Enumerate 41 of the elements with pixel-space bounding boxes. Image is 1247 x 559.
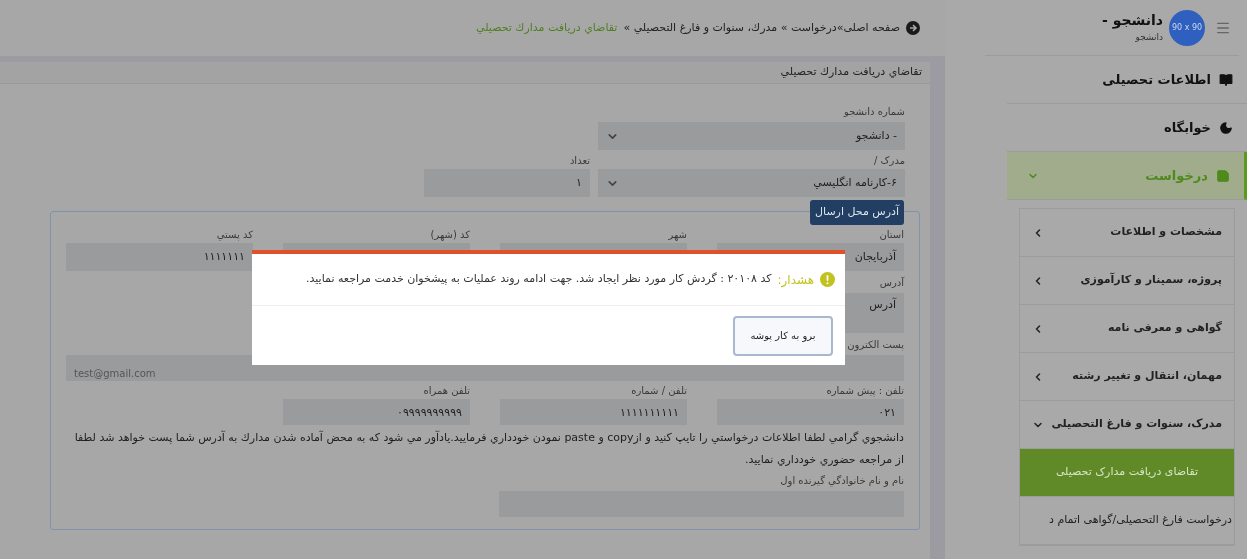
user-name: دانشجو - bbox=[1101, 11, 1163, 31]
field-label: کد پستي bbox=[216, 227, 253, 240]
warning-label: هشدار: bbox=[777, 271, 814, 289]
field-label: تلفن : پيش شماره bbox=[826, 383, 904, 396]
field-label: تعداد bbox=[569, 154, 590, 166]
field-label: استان bbox=[879, 227, 904, 240]
dropdown-field[interactable]: - دانشجو bbox=[598, 122, 905, 150]
book-icon bbox=[1219, 72, 1233, 87]
submenu-item[interactable]: درخواست فارغ التحصيلی/گواهی اتمام د bbox=[1020, 497, 1234, 545]
field-label: آدرس bbox=[879, 275, 904, 290]
avatar: 90 x 90 bbox=[1169, 9, 1205, 46]
text-field[interactable]: ۱۱۱۱۱۱۱ bbox=[66, 242, 253, 271]
legend-label: آدرس محل ارسال bbox=[810, 200, 904, 225]
user-role: دانشجو bbox=[1134, 31, 1163, 45]
field-label: کد (شهر) bbox=[430, 227, 470, 240]
field-label: شهر bbox=[668, 227, 687, 240]
field-label: نام و نام خانوادگي گيرنده اول bbox=[780, 473, 904, 488]
workbench-button[interactable]: برو به کار پوشه bbox=[733, 315, 833, 356]
note-text: دانشجوي گرامي لطفا اطلاعات درخواستي را تايپ كنيد و ازcopy و paste نمودن خودداري فرماييد.يادآور مي شود كه به محض آماده شدن مدارك به آدرس شما پست خواهد شد لطفا از مراجعه حضوري خودداري نماييد. bbox=[73, 429, 904, 468]
breadcrumb-current: تقاضاي دريافت مدارك تحصيلي bbox=[476, 19, 618, 36]
submenu-item[interactable]: گواهی و معرفی نامه bbox=[1020, 305, 1234, 353]
submenu-item[interactable]: پروژه، سمينار و کارآموزی bbox=[1020, 257, 1234, 305]
field-label: مدرک / bbox=[874, 154, 905, 166]
field-label: تلفن / شماره bbox=[631, 383, 687, 396]
submenu-item[interactable]: مهمان، انتقال و تغيير رشته bbox=[1020, 353, 1234, 401]
phone-field[interactable]: ۰۹۹۹۹۹۹۹۹۹۹ bbox=[283, 398, 470, 425]
phone-field[interactable]: ۱۱۱۱۱۱۱۱۱۱ bbox=[500, 398, 687, 425]
panel-title: تقاضاي دريافت مدارك تحصيلي bbox=[780, 64, 922, 81]
count-field[interactable]: ۱ bbox=[424, 169, 590, 197]
arrow-circle-icon bbox=[906, 21, 920, 35]
dropdown-field[interactable]: ۶-کارنامه انگليسي bbox=[598, 169, 905, 197]
phone-field[interactable]: ۰۲۱ bbox=[717, 398, 904, 425]
breadcrumb-trail[interactable]: صفحه اصلی»درخواست » مدرك، سنوات و فارغ التحصيلي » bbox=[623, 19, 900, 37]
warning-icon bbox=[820, 272, 835, 287]
moon-icon bbox=[1219, 120, 1233, 135]
field-label: شماره دانشجو bbox=[844, 105, 905, 119]
field-label: پست الکترون bbox=[847, 337, 904, 352]
sidebar-item[interactable]: اطلاعات تحصيلی bbox=[1007, 56, 1247, 104]
submenu-item[interactable]: مشخصات و اطلاعات bbox=[1020, 209, 1234, 257]
field-label: تلفن همراه bbox=[423, 383, 470, 396]
warning-message: کد ۲۰۱۰۸ : گردش کار مورد نظر ايجاد شد. جهت ادامه روند عمليات به پيشخوان خدمت مراجعه نماييد. bbox=[306, 271, 772, 288]
